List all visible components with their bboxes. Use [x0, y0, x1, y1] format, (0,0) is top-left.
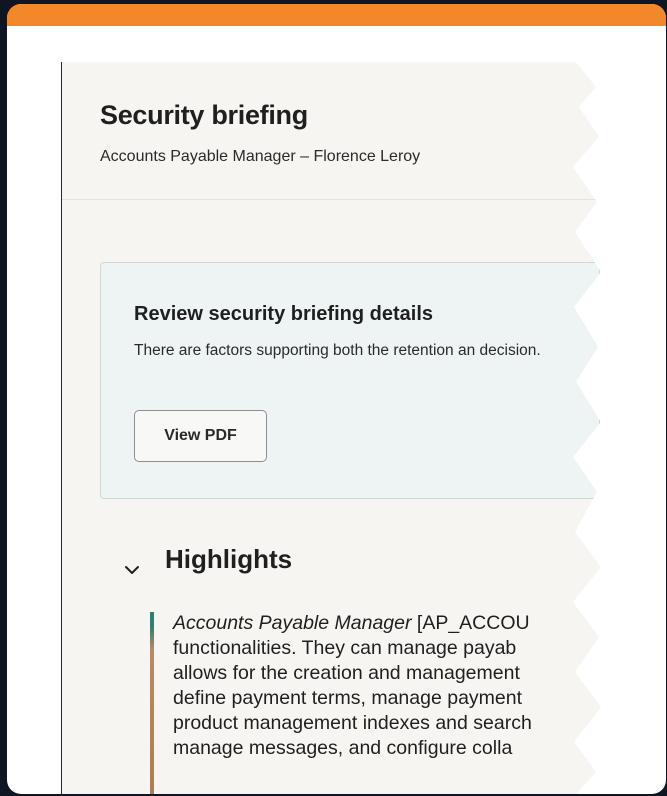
highlights-line: product management indexes and search: [173, 712, 532, 734]
torn-page: Security briefing Accounts Payable Manag…: [61, 62, 601, 794]
card-description: There are factors supporting both the re…: [134, 342, 541, 359]
page-title: Security briefing: [100, 100, 308, 130]
accent-bar: [7, 4, 666, 26]
quote-accent-bar: [150, 612, 154, 794]
highlights-line: allows for the creation and management: [173, 662, 520, 684]
highlights-line: functionalities. They can manage payab: [173, 637, 517, 659]
security-briefing-page: Security briefing Accounts Payable Manag…: [61, 62, 601, 794]
highlights-heading[interactable]: Highlights: [165, 544, 292, 575]
highlights-line: define payment terms, manage payment: [173, 687, 523, 709]
highlights-line: manage messages, and configure colla: [173, 737, 513, 759]
chevron-down-icon[interactable]: [124, 562, 140, 578]
highlights-line: Accounts Payable Manager [AP_ACCOU: [173, 611, 601, 636]
review-details-card: Review security briefing details There a…: [100, 262, 600, 499]
page-header: Security briefing Accounts Payable Manag…: [62, 62, 601, 200]
role-code: [AP_ACCOU: [411, 612, 530, 634]
page-subtitle: Accounts Payable Manager – Florence Lero…: [100, 148, 421, 165]
card-title: Review security briefing details: [134, 303, 433, 325]
role-name: Accounts Payable Manager: [173, 612, 412, 634]
view-pdf-button[interactable]: View PDF: [134, 410, 267, 462]
highlights-text: Accounts Payable Manager [AP_ACCOU funct…: [173, 611, 601, 761]
screenshot-frame: Security briefing Accounts Payable Manag…: [7, 4, 666, 794]
